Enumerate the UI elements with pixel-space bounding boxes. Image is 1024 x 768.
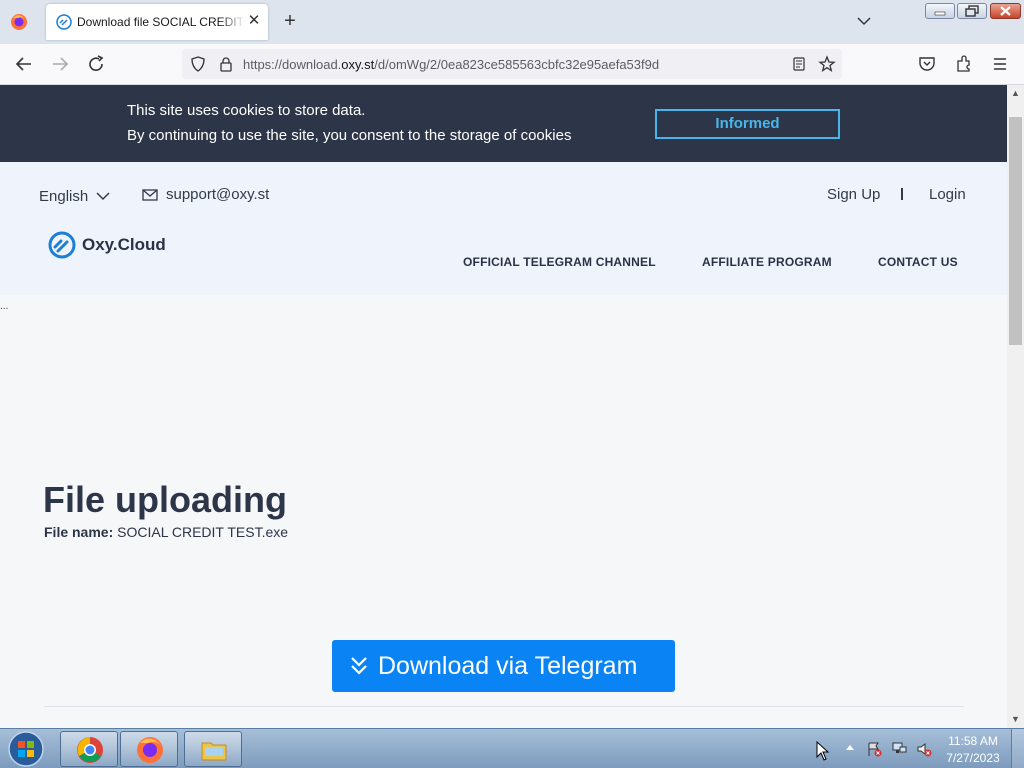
show-desktop-button[interactable]	[1011, 729, 1024, 768]
window-close-button[interactable]	[990, 3, 1021, 19]
back-arrow-icon[interactable]	[12, 52, 36, 76]
hamburger-menu-icon[interactable]	[991, 55, 1009, 73]
cookie-text-line1: This site uses cookies to store data.	[127, 102, 366, 119]
extensions-icon[interactable]	[955, 55, 973, 73]
url-path: /d/omWg/2/0ea823ce585563cbfc32e95aefa53f…	[374, 57, 660, 72]
reload-icon[interactable]	[84, 52, 108, 76]
address-bar[interactable]: https://download.oxy.st/d/omWg/2/0ea823c…	[182, 49, 842, 79]
tab-close-icon[interactable]: ✕	[246, 13, 262, 29]
double-chevron-down-icon	[351, 657, 367, 675]
site-header: English support@oxy.st Sign Up Login Oxy…	[0, 162, 1007, 295]
nav-telegram-channel[interactable]: OFFICIAL TELEGRAM CHANNEL	[463, 255, 656, 269]
folder-icon	[201, 742, 227, 761]
windows-start-icon[interactable]	[4, 730, 48, 768]
page-title: File uploading	[43, 479, 287, 520]
scroll-up-arrow-icon[interactable]: ▲	[1007, 85, 1024, 102]
cookie-banner: This site uses cookies to store data. By…	[0, 85, 1007, 162]
forward-arrow-icon[interactable]	[48, 52, 72, 76]
scroll-down-arrow-icon[interactable]: ▼	[1007, 711, 1024, 728]
nav-affiliate-program[interactable]: AFFILIATE PROGRAM	[702, 255, 832, 269]
file-name-line: File name: SOCIAL CREDIT TEST.exe	[44, 524, 288, 540]
signup-link[interactable]: Sign Up	[827, 186, 880, 203]
reader-view-icon[interactable]	[791, 56, 807, 72]
url-text[interactable]: https://download.oxy.st/d/omWg/2/0ea823c…	[243, 57, 659, 72]
nav-contact-us[interactable]: CONTACT US	[878, 255, 958, 269]
shield-icon[interactable]	[190, 56, 206, 72]
taskbar-explorer-button[interactable]	[184, 731, 242, 767]
download-via-telegram-button[interactable]: Download via Telegram	[332, 640, 675, 692]
stray-text: ...	[0, 301, 9, 312]
clock-time[interactable]: 11:58 AM	[940, 734, 1006, 748]
cookie-text-line2: By continuing to use the site, you conse…	[127, 127, 572, 144]
action-center-flag-icon[interactable]	[866, 741, 882, 757]
tab-title: Download file SOCIAL CREDIT TEST.exe	[77, 15, 245, 29]
browser-navbar: https://download.oxy.st/d/omWg/2/0ea823c…	[0, 44, 1024, 85]
oxy-favicon-icon	[56, 14, 72, 30]
auth-divider	[901, 188, 903, 200]
chevron-down-icon[interactable]	[96, 191, 110, 201]
language-selector[interactable]: English	[39, 188, 88, 205]
page-viewport: This site uses cookies to store data. By…	[0, 85, 1007, 728]
mouse-cursor-icon	[816, 741, 830, 761]
chrome-icon	[77, 737, 103, 763]
cookie-accept-button[interactable]: Informed	[655, 109, 840, 139]
tab-active[interactable]: Download file SOCIAL CREDIT TEST.exe ✕	[46, 4, 268, 40]
download-button-label: Download via Telegram	[378, 652, 638, 680]
new-tab-button[interactable]: +	[279, 10, 301, 32]
network-icon[interactable]	[891, 741, 907, 757]
divider	[44, 706, 964, 707]
login-link[interactable]: Login	[929, 186, 966, 203]
volume-muted-icon[interactable]	[916, 741, 932, 757]
url-prefix: https://download.	[243, 57, 342, 72]
firefox-icon	[137, 737, 163, 763]
window-minimize-button[interactable]	[925, 3, 955, 19]
browser-titlebar: Download file SOCIAL CREDIT TEST.exe ✕ +	[0, 0, 1024, 44]
oxy-logo-icon[interactable]	[48, 231, 76, 259]
pocket-icon[interactable]	[918, 55, 936, 73]
firefox-icon[interactable]	[10, 13, 28, 31]
file-name-value: SOCIAL CREDIT TEST.exe	[117, 524, 289, 540]
scroll-thumb[interactable]	[1009, 117, 1022, 345]
site-logo-text[interactable]: Oxy.Cloud	[82, 235, 166, 255]
clock-date[interactable]: 7/27/2023	[940, 751, 1006, 765]
support-email-link[interactable]: support@oxy.st	[166, 186, 269, 203]
mail-icon	[142, 189, 158, 201]
bookmark-star-icon[interactable]	[818, 55, 836, 73]
window-restore-button[interactable]	[957, 3, 987, 19]
file-name-label: File name:	[44, 524, 114, 540]
url-host: oxy.st	[341, 57, 375, 72]
lock-icon[interactable]	[218, 56, 234, 72]
taskbar-chrome-button[interactable]	[60, 731, 118, 767]
page-scrollbar[interactable]: ▲ ▼	[1007, 85, 1024, 728]
windows-taskbar: 11:58 AM 7/27/2023	[0, 728, 1024, 768]
tray-expand-icon[interactable]	[845, 743, 855, 751]
chevron-down-icon[interactable]	[855, 12, 873, 30]
taskbar-firefox-button[interactable]	[120, 731, 178, 767]
